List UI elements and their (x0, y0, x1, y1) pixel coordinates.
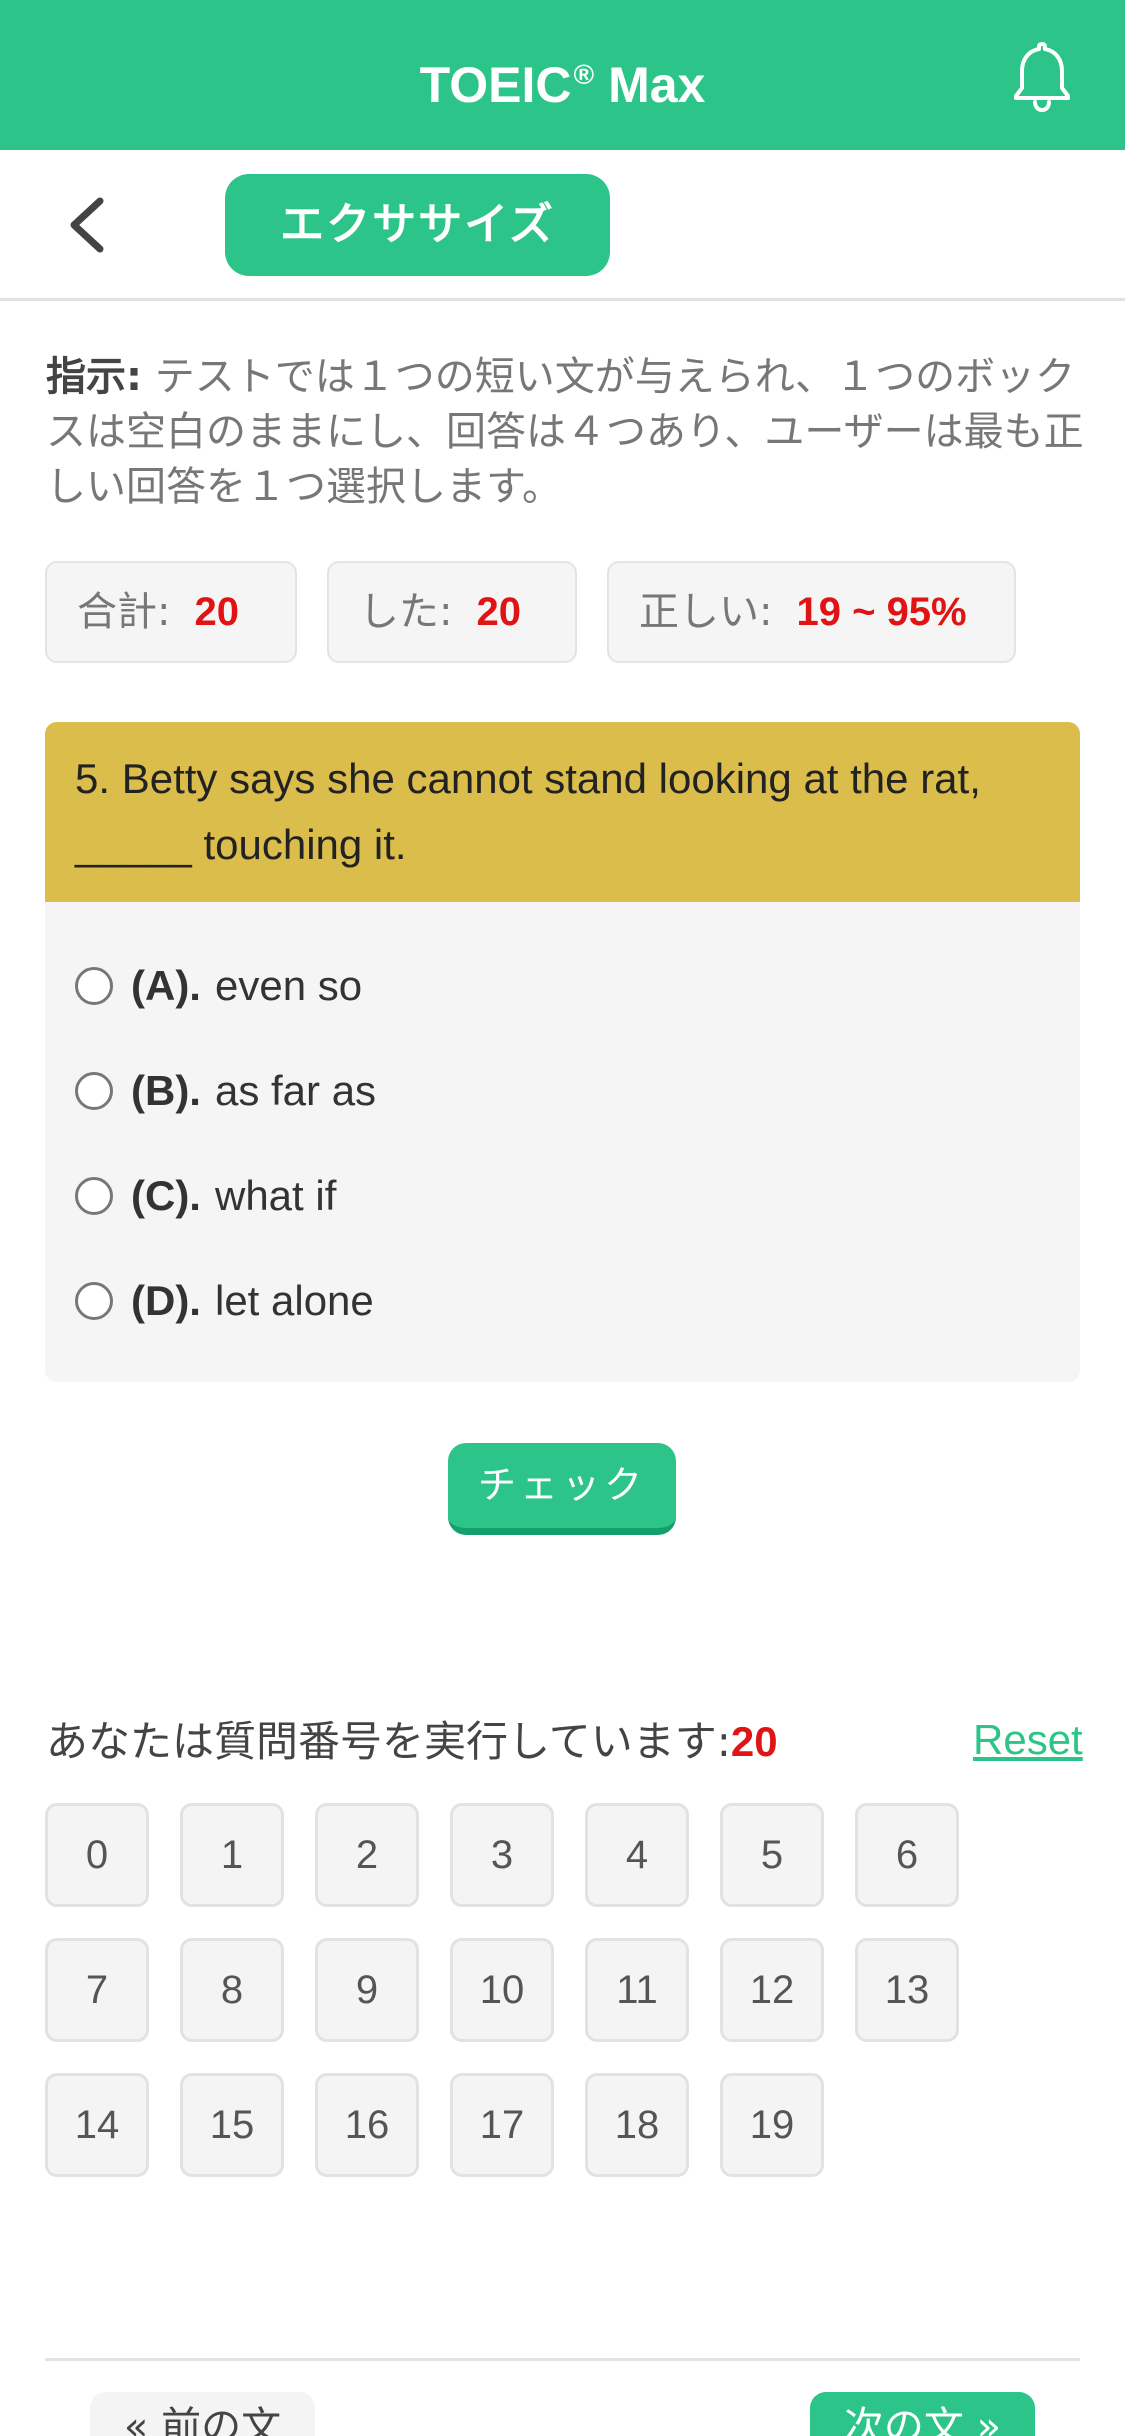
question-number-button[interactable]: 11 (585, 1938, 689, 2042)
question-number-button[interactable]: 16 (315, 2073, 419, 2177)
app-bar: TOEIC® Max (0, 0, 1125, 150)
question-number-button[interactable]: 6 (855, 1803, 959, 1907)
question-number-button[interactable]: 8 (180, 1938, 284, 2042)
question-text: 5. Betty says she cannot stand looking a… (45, 722, 1080, 902)
next-sentence-button[interactable]: 次の文 » (810, 2392, 1035, 2436)
instructions-text: テストでは１つの短い文が与えられ、１つのボックスは空白のままにし、回答は４つあり… (46, 354, 1084, 510)
radio-button[interactable] (75, 967, 113, 1005)
divider (45, 2358, 1080, 2361)
check-button[interactable]: チェック (448, 1443, 676, 1535)
instructions: 指示: テストでは１つの短い文が与えられ、１つのボックスは空白のままにし、回答は… (46, 350, 1086, 515)
question-number-button[interactable]: 2 (315, 1803, 419, 1907)
question-number-button[interactable]: 19 (720, 2073, 824, 2177)
question-number-button[interactable]: 13 (855, 1938, 959, 2042)
question-number-button[interactable]: 3 (450, 1803, 554, 1907)
radio-button[interactable] (75, 1072, 113, 1110)
radio-button[interactable] (75, 1177, 113, 1215)
question-number-button[interactable]: 18 (585, 2073, 689, 2177)
current-question-number: 20 (730, 1718, 778, 1765)
question-number-button[interactable]: 7 (45, 1938, 149, 2042)
bell-icon[interactable] (1010, 38, 1074, 112)
question-number-button[interactable]: 1 (180, 1803, 284, 1907)
question-number-button[interactable]: 5 (720, 1803, 824, 1907)
question-number-button[interactable]: 4 (585, 1803, 689, 1907)
radio-button[interactable] (75, 1282, 113, 1320)
tab-exercise[interactable]: エクササイズ (225, 174, 610, 276)
stat-done: した: 20 (327, 561, 577, 663)
prev-sentence-button[interactable]: « 前の文 (90, 2392, 315, 2436)
question-number-button[interactable]: 14 (45, 2073, 149, 2177)
progress-status: あなたは質問番号を実行しています:20 (46, 1717, 778, 1766)
option-d[interactable]: (D). let alone (75, 1266, 374, 1336)
reset-link[interactable]: Reset (973, 1710, 1083, 1770)
question-number-button[interactable]: 10 (450, 1938, 554, 2042)
question-card: 5. Betty says she cannot stand looking a… (45, 722, 1080, 1382)
instructions-label: 指示: (46, 354, 142, 400)
option-b[interactable]: (B). as far as (75, 1056, 376, 1126)
stat-total: 合計: 20 (45, 561, 297, 663)
app-title: TOEIC® Max (419, 57, 706, 113)
stat-correct: 正しい: 19 ~ 95% (607, 561, 1016, 663)
chevron-left-icon[interactable] (62, 195, 112, 255)
option-a[interactable]: (A). even so (75, 951, 362, 1021)
question-number-button[interactable]: 15 (180, 2073, 284, 2177)
sub-header: エクササイズ (0, 150, 1125, 301)
option-c[interactable]: (C). what if (75, 1161, 336, 1231)
question-number-button[interactable]: 17 (450, 2073, 554, 2177)
question-number-button[interactable]: 0 (45, 1803, 149, 1907)
question-number-button[interactable]: 9 (315, 1938, 419, 2042)
question-number-button[interactable]: 12 (720, 1938, 824, 2042)
